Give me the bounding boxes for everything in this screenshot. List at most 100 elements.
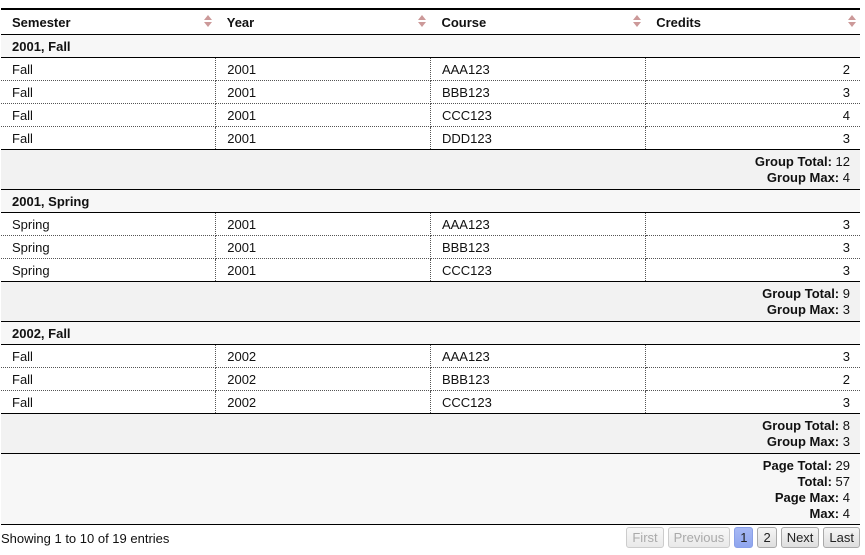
group-total-label: Group Total: (762, 418, 840, 433)
group-max-label: Group Max: (766, 170, 840, 185)
table-row: Spring 2001 CCC123 3 (1, 258, 860, 282)
header-row: Semester Year Course Credits (1, 8, 860, 35)
previous-page-button[interactable]: Previous (667, 527, 731, 548)
cell-credits: 3 (645, 212, 860, 236)
page-summary-row: Page Total: 29 Total: 57 Page Max: 4 Max… (1, 453, 860, 525)
cell-course: CCC123 (430, 390, 646, 414)
max-label: Max: (809, 506, 840, 521)
group-header-row: 2001, Fall (1, 34, 860, 58)
cell-semester: Spring (1, 258, 217, 282)
group-header-row: 2002, Fall (1, 321, 860, 345)
group-summary: Group Total: 8 Group Max: 3 (1, 413, 860, 454)
column-header-label: Semester (12, 14, 71, 30)
cell-credits: 3 (645, 390, 860, 414)
page-1-button[interactable]: 1 (734, 527, 754, 548)
table-footer: Showing 1 to 10 of 19 entries First Prev… (1, 525, 862, 555)
page-max-value: 4 (842, 490, 850, 505)
cell-semester: Spring (1, 235, 217, 259)
group-summary-row: Group Total: 8 Group Max: 3 (1, 413, 860, 454)
group-max-value: 3 (842, 434, 850, 449)
cell-semester: Fall (1, 344, 217, 368)
cell-course: AAA123 (430, 57, 646, 81)
page-2-button[interactable]: 2 (757, 527, 777, 548)
table-row: Fall 2001 AAA123 2 (1, 57, 860, 81)
cell-course: AAA123 (430, 344, 646, 368)
group-max-value: 4 (842, 170, 850, 185)
page-summary: Page Total: 29 Total: 57 Page Max: 4 Max… (1, 453, 860, 525)
cell-course: BBB123 (430, 235, 646, 259)
cell-credits: 3 (645, 235, 860, 259)
table-row: Fall 2002 CCC123 3 (1, 390, 860, 414)
cell-year: 2001 (215, 80, 431, 104)
group-summary-row: Group Total: 9 Group Max: 3 (1, 281, 860, 322)
last-page-button[interactable]: Last (823, 527, 860, 548)
page-total-label: Page Total: (762, 458, 832, 473)
cell-course: CCC123 (430, 258, 646, 282)
next-page-button[interactable]: Next (780, 527, 820, 548)
cell-semester: Fall (1, 126, 217, 150)
cell-credits: 2 (645, 367, 860, 391)
group-max-value: 3 (842, 302, 850, 317)
group-header-row: 2001, Spring (1, 189, 860, 213)
data-table-wrapper: Semester Year Course Credits 2001, Fall … (1, 0, 862, 555)
group-summary: Group Total: 9 Group Max: 3 (1, 281, 860, 322)
cell-course: BBB123 (430, 80, 646, 104)
cell-semester: Fall (1, 57, 217, 81)
cell-course: CCC123 (430, 103, 646, 127)
group-summary-row: Group Total: 12 Group Max: 4 (1, 149, 860, 190)
cell-year: 2001 (215, 57, 431, 81)
group-label: 2002, Fall (1, 321, 860, 345)
table-row: Fall 2001 DDD123 3 (1, 126, 860, 150)
group-total-value: 8 (842, 418, 850, 433)
cell-year: 2001 (215, 212, 431, 236)
cell-semester: Fall (1, 367, 217, 391)
column-header-label: Course (441, 14, 487, 30)
group-total-value: 9 (842, 286, 850, 301)
table-row: Fall 2001 CCC123 4 (1, 103, 860, 127)
cell-semester: Fall (1, 390, 217, 414)
cell-credits: 2 (645, 57, 860, 81)
cell-course: DDD123 (430, 126, 646, 150)
column-header-label: Credits (656, 14, 701, 30)
cell-course: BBB123 (430, 367, 646, 391)
table-row: Fall 2002 BBB123 2 (1, 367, 860, 391)
table-row: Fall 2001 BBB123 3 (1, 80, 860, 104)
first-page-button[interactable]: First (626, 527, 664, 548)
group-label: 2001, Fall (1, 34, 860, 58)
cell-year: 2001 (215, 258, 431, 282)
group-total-label: Group Total: (762, 286, 840, 301)
column-header-year[interactable]: Year (215, 8, 431, 35)
total-value: 57 (835, 474, 850, 489)
group-max-label: Group Max: (766, 434, 840, 449)
page-total-value: 29 (835, 458, 850, 473)
column-header-label: Year (226, 14, 255, 30)
cell-year: 2002 (215, 344, 431, 368)
group-max-label: Group Max: (766, 302, 840, 317)
group-summary: Group Total: 12 Group Max: 4 (1, 149, 860, 190)
sort-icon (203, 15, 212, 29)
group-total-value: 12 (835, 154, 850, 169)
cell-semester: Fall (1, 80, 217, 104)
column-header-course[interactable]: Course (430, 8, 646, 35)
page-max-label: Page Max: (774, 490, 840, 505)
group-total-label: Group Total: (754, 154, 832, 169)
credits-table: Semester Year Course Credits 2001, Fall … (1, 8, 860, 525)
pagination: First Previous 1 2 Next Last (626, 527, 860, 548)
cell-credits: 3 (645, 344, 860, 368)
cell-course: AAA123 (430, 212, 646, 236)
cell-year: 2001 (215, 126, 431, 150)
column-header-semester[interactable]: Semester (1, 8, 216, 35)
cell-year: 2002 (215, 367, 431, 391)
cell-year: 2002 (215, 390, 431, 414)
max-value: 4 (842, 506, 850, 521)
cell-credits: 3 (645, 80, 860, 104)
cell-credits: 4 (645, 103, 860, 127)
sort-icon (418, 15, 427, 29)
cell-semester: Fall (1, 103, 217, 127)
cell-year: 2001 (215, 235, 431, 259)
cell-credits: 3 (645, 126, 860, 150)
table-row: Spring 2001 BBB123 3 (1, 235, 860, 259)
cell-credits: 3 (645, 258, 860, 282)
column-header-credits[interactable]: Credits (645, 8, 860, 35)
total-label: Total: (797, 474, 832, 489)
